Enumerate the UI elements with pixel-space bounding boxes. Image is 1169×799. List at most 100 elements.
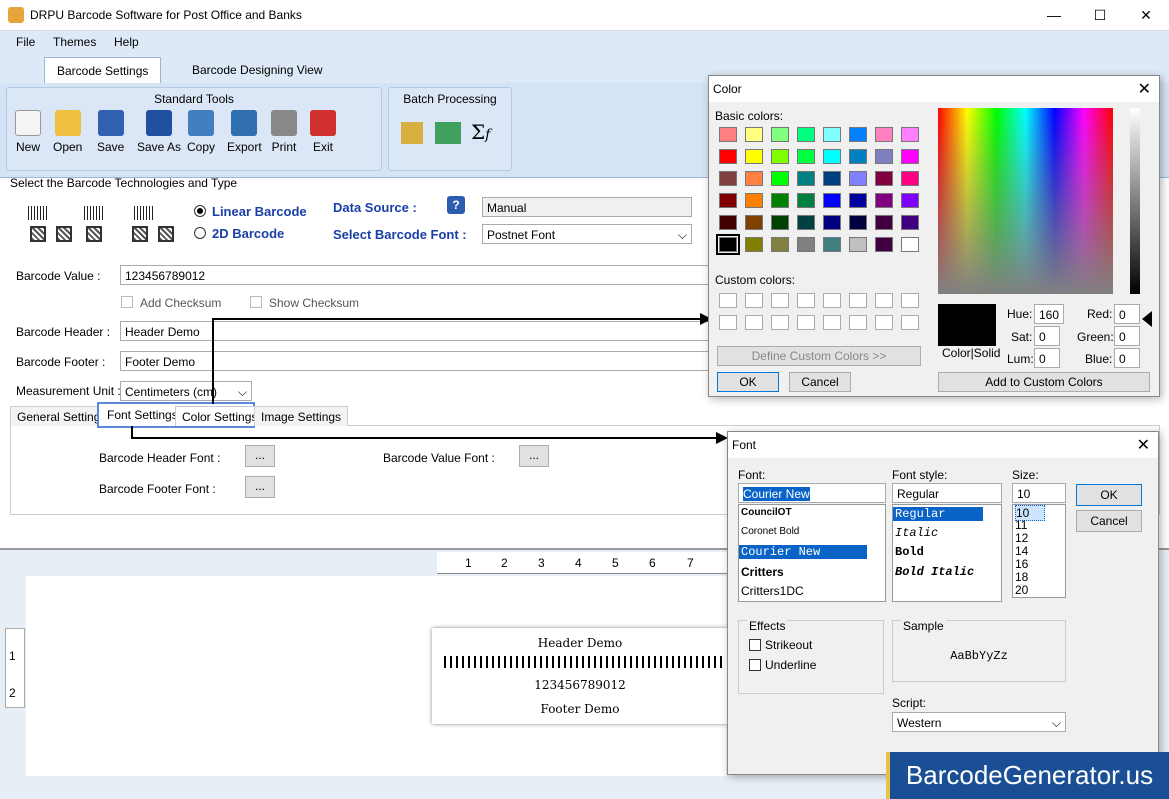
sat-input[interactable]: 0 — [1034, 326, 1060, 346]
red-input[interactable]: 0 — [1114, 304, 1140, 324]
tab-barcode-settings[interactable]: Barcode Settings — [44, 57, 162, 83]
color-swatch[interactable] — [901, 215, 919, 230]
minimize-button[interactable]: — — [1031, 0, 1077, 31]
luminance-pointer-icon[interactable] — [1142, 311, 1152, 327]
color-swatch[interactable] — [875, 127, 893, 142]
custom-color-swatch[interactable] — [875, 315, 893, 330]
batch-edit-icon[interactable] — [401, 122, 423, 144]
font-cancel-button[interactable]: Cancel — [1076, 510, 1142, 532]
add-checksum-checkbox[interactable] — [121, 296, 133, 308]
close-button[interactable]: ✕ — [1123, 0, 1169, 31]
color-swatch[interactable] — [875, 215, 893, 230]
tab-barcode-designing-view[interactable]: Barcode Designing View — [180, 57, 335, 83]
batch-excel-icon[interactable] — [435, 122, 461, 144]
color-swatch[interactable] — [719, 149, 737, 164]
custom-color-swatch[interactable] — [771, 293, 789, 308]
color-swatch[interactable] — [901, 237, 919, 252]
close-icon[interactable]: ✕ — [1137, 435, 1150, 455]
color-swatch[interactable] — [716, 234, 740, 255]
custom-color-swatch[interactable] — [901, 315, 919, 330]
color-swatch[interactable] — [875, 171, 893, 186]
list-item[interactable]: 14 — [1015, 544, 1028, 558]
color-swatch[interactable] — [823, 237, 841, 252]
color-swatch[interactable] — [875, 149, 893, 164]
color-swatch[interactable] — [849, 171, 867, 186]
size-input[interactable]: 10 — [1012, 483, 1066, 503]
color-ok-button[interactable]: OK — [717, 372, 779, 392]
color-swatch[interactable] — [797, 127, 815, 142]
color-swatch[interactable] — [745, 215, 763, 230]
list-item[interactable]: Regular — [893, 507, 983, 521]
linear-barcode-radio[interactable] — [194, 205, 206, 217]
color-swatch[interactable] — [901, 127, 919, 142]
lum-input[interactable]: 0 — [1034, 348, 1060, 368]
menu-help[interactable]: Help — [114, 35, 139, 49]
custom-color-swatch[interactable] — [771, 315, 789, 330]
list-item[interactable]: Italic — [895, 526, 938, 540]
color-swatch[interactable] — [849, 237, 867, 252]
list-item[interactable]: Critters — [741, 565, 784, 579]
custom-color-swatch[interactable] — [875, 293, 893, 308]
list-item[interactable]: 11 — [1015, 518, 1027, 532]
font-ok-button[interactable]: OK — [1076, 484, 1142, 506]
list-item[interactable]: Bold Italic — [895, 565, 974, 579]
help-icon[interactable]: ? — [447, 196, 465, 214]
list-item[interactable]: 20 — [1015, 583, 1028, 597]
add-to-custom-colors-button[interactable]: Add to Custom Colors — [938, 372, 1150, 392]
color-swatch[interactable] — [771, 237, 789, 252]
strikeout-checkbox[interactable] — [749, 639, 761, 651]
size-list[interactable]: 10 11 12 14 16 18 20 — [1012, 504, 1066, 598]
color-swatch[interactable] — [823, 149, 841, 164]
open-button[interactable]: Open — [53, 110, 82, 154]
custom-color-swatch[interactable] — [745, 315, 763, 330]
color-swatch[interactable] — [719, 171, 737, 186]
color-swatch[interactable] — [823, 193, 841, 208]
color-swatch[interactable] — [849, 215, 867, 230]
script-select[interactable]: Western ⌵ — [892, 712, 1066, 732]
data-source-field[interactable]: Manual — [482, 197, 692, 217]
blue-input[interactable]: 0 — [1114, 348, 1140, 368]
color-swatch[interactable] — [771, 215, 789, 230]
color-swatch[interactable] — [823, 171, 841, 186]
custom-color-swatch[interactable] — [719, 315, 737, 330]
save-button[interactable]: Save — [97, 110, 124, 154]
color-swatch[interactable] — [719, 215, 737, 230]
color-swatch[interactable] — [875, 193, 893, 208]
color-swatch[interactable] — [797, 215, 815, 230]
hue-input[interactable]: 160 — [1034, 304, 1064, 324]
color-swatch[interactable] — [823, 127, 841, 142]
list-item[interactable]: 16 — [1015, 557, 1028, 571]
color-swatch[interactable] — [849, 127, 867, 142]
color-cancel-button[interactable]: Cancel — [789, 372, 851, 392]
font-list[interactable]: CouncilOT Coronet Bold Courier New Critt… — [738, 504, 886, 602]
list-item[interactable]: Coronet Bold — [741, 526, 799, 537]
color-swatch[interactable] — [849, 193, 867, 208]
color-swatch[interactable] — [771, 149, 789, 164]
list-item[interactable]: Courier New — [739, 545, 867, 559]
formula-icon[interactable]: Σf — [471, 120, 490, 144]
tab-image-settings[interactable]: Image Settings — [254, 406, 349, 426]
list-item[interactable]: 12 — [1015, 531, 1028, 545]
color-swatch[interactable] — [745, 149, 763, 164]
footer-font-button[interactable]: ... — [245, 476, 275, 498]
custom-color-swatch[interactable] — [797, 315, 815, 330]
barcode-header-input[interactable]: Header Demo — [120, 321, 710, 341]
barcode-footer-input[interactable]: Footer Demo — [120, 351, 710, 371]
custom-color-swatch[interactable] — [849, 293, 867, 308]
tab-font-settings[interactable]: Font Settings — [100, 404, 185, 424]
color-spectrum[interactable] — [938, 108, 1113, 294]
custom-color-swatch[interactable] — [745, 293, 763, 308]
color-swatch[interactable] — [849, 149, 867, 164]
color-swatch[interactable] — [797, 171, 815, 186]
exit-button[interactable]: Exit — [310, 110, 336, 154]
tab-color-settings[interactable]: Color Settings — [175, 406, 265, 426]
list-item[interactable]: 18 — [1015, 570, 1028, 584]
list-item[interactable]: Critters1DC — [741, 584, 804, 598]
underline-checkbox[interactable] — [749, 659, 761, 671]
barcode-font-select[interactable]: Postnet Font ⌵ — [482, 224, 692, 244]
2d-barcode-radio[interactable] — [194, 227, 206, 239]
color-swatch[interactable] — [771, 127, 789, 142]
new-button[interactable]: New — [15, 110, 41, 154]
color-swatch[interactable] — [745, 171, 763, 186]
color-swatch[interactable] — [797, 237, 815, 252]
